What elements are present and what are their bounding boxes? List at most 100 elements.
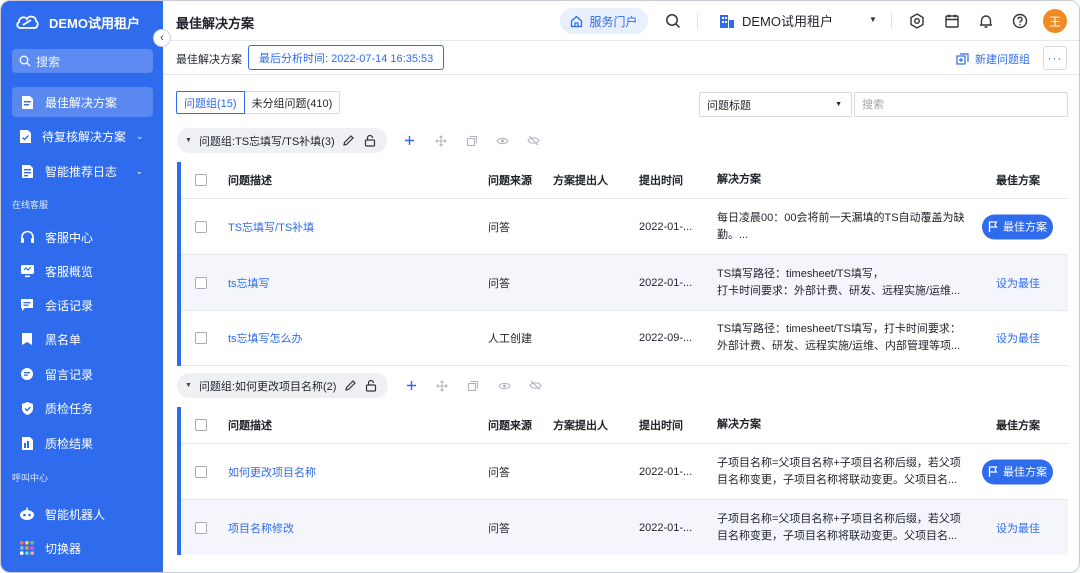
eye-icon[interactable]: [497, 379, 511, 393]
caret-down-icon[interactable]: ▼: [185, 137, 192, 144]
user-avatar[interactable]: 王: [1043, 9, 1067, 33]
sidebar-item-recommend-log[interactable]: 智能推荐日志 ⌄: [12, 156, 153, 186]
group-tabs: 问题组(15) 未分组问题(410): [176, 91, 341, 114]
table-row[interactable]: 如何更改项目名称 问答 2022-01-... 子项目名称=父项目名称+子项目名…: [181, 444, 1068, 500]
solution-text: TS填写路径：timesheet/TS填写， 打卡时间要求：外部计费、研发、远程…: [717, 267, 961, 297]
sidebar-item-conversation-log[interactable]: 会话记录: [12, 290, 153, 320]
log-icon: [19, 163, 35, 179]
caret-down-icon[interactable]: ▼: [869, 15, 877, 24]
set-best-button[interactable]: 设为最佳: [996, 520, 1040, 536]
sidebar-item-label: 质检结果: [45, 436, 94, 451]
tenant-name: DEMO试用租户: [742, 14, 834, 29]
sidebar-item-switcher[interactable]: 切换器: [12, 533, 153, 563]
question-link[interactable]: 如何更改项目名称: [228, 464, 316, 480]
question-source: 问答: [488, 221, 510, 234]
divider: [697, 13, 698, 29]
question-link[interactable]: ts忘填写怎么办: [228, 330, 303, 346]
unlock-icon[interactable]: [364, 379, 378, 393]
grid-icon: [19, 540, 35, 556]
section-label: 最佳解决方案: [176, 54, 242, 66]
analysis-time-badge: 最后分析时间: 2022-07-14 16:35:53: [248, 45, 445, 70]
set-best-button[interactable]: 设为最佳: [996, 275, 1040, 291]
best-solution-badge[interactable]: 最佳方案: [982, 214, 1053, 239]
eye-off-icon[interactable]: [528, 379, 542, 393]
sidebar-item-message-log[interactable]: 留言记录: [12, 359, 153, 389]
row-checkbox[interactable]: [195, 465, 207, 478]
question-link[interactable]: ts忘填写: [228, 275, 270, 291]
add-group-icon: [956, 52, 969, 65]
sidebar-item-label: 智能推荐日志: [45, 164, 118, 179]
file-result-icon: [19, 435, 35, 451]
tab-ungrouped[interactable]: 未分组问题(410): [244, 91, 341, 114]
tab-groups[interactable]: 问题组(15): [176, 91, 245, 114]
row-checkbox[interactable]: [195, 332, 207, 344]
solution-text: 子项目名称=父项目名称+子项目名称后缀，若父项目名称变更，子项目名称将联动变更。…: [717, 512, 961, 542]
group-actions: [403, 134, 541, 148]
sidebar-item-pending-review[interactable]: 待复核解决方案 ⌄: [12, 121, 153, 151]
sidebar-item-blacklist[interactable]: 黑名单: [12, 324, 153, 354]
question-source: 问答: [488, 466, 510, 479]
plus-icon[interactable]: [403, 134, 417, 148]
edit-icon[interactable]: [342, 134, 356, 148]
question-link[interactable]: 项目名称修改: [228, 520, 294, 536]
search-icon: [19, 55, 31, 67]
sidebar-item-service-center[interactable]: 客服中心: [12, 222, 153, 252]
chevron-down-icon: ⌄: [135, 165, 143, 176]
row-checkbox[interactable]: [195, 220, 207, 233]
search-field-select[interactable]: 问题标题 ▼: [699, 92, 852, 117]
plus-icon[interactable]: [404, 379, 418, 393]
group-table: 问题描述 问题来源 方案提出人 提出时间 解决方案 最佳方案 TS忘填写/TS补…: [177, 162, 1068, 366]
column-header-best: 最佳方案: [996, 175, 1040, 187]
sidebar-item-smart-robot[interactable]: 智能机器人: [12, 499, 153, 529]
message-icon: [19, 366, 35, 382]
eye-icon[interactable]: [496, 134, 510, 148]
global-search-button[interactable]: [664, 12, 682, 30]
group-title-pill[interactable]: ▼ 问题组:TS忘填写/TS补填(3): [177, 128, 387, 153]
copy-icon[interactable]: [466, 379, 480, 393]
set-best-button[interactable]: 设为最佳: [996, 330, 1040, 346]
settings-button[interactable]: [908, 12, 926, 30]
tenant-switcher[interactable]: DEMO试用租户: [719, 11, 833, 30]
sidebar-item-qc-task[interactable]: 质检任务: [12, 393, 153, 423]
question-link[interactable]: TS忘填写/TS补填: [228, 219, 314, 235]
row-checkbox[interactable]: [195, 276, 207, 289]
sidebar-item-label: 黑名单: [45, 332, 82, 347]
solution-text: 每日凌晨00：00会将前一天漏填的TS自动覆盖为缺勤。...: [717, 211, 965, 241]
caret-down-icon[interactable]: ▼: [185, 382, 192, 389]
sidebar-collapse-button[interactable]: ‹: [153, 29, 171, 47]
service-portal-button[interactable]: 服务门户: [560, 8, 648, 34]
sidebar-item-service-overview[interactable]: 客服概览: [12, 256, 153, 286]
group-title: 问题组:TS忘填写/TS补填(3): [198, 135, 335, 148]
group-title-pill[interactable]: ▼ 问题组:如何更改项目名称(2): [177, 373, 389, 398]
calendar-button[interactable]: [943, 12, 961, 30]
notifications-button[interactable]: [977, 12, 995, 30]
select-all-checkbox[interactable]: [195, 419, 207, 431]
table-row[interactable]: ts忘填写 问答 2022-01-... TS填写路径：timesheet/TS…: [181, 255, 1068, 311]
row-checkbox[interactable]: [195, 521, 207, 534]
move-icon[interactable]: [435, 379, 449, 393]
robot-icon: [19, 506, 35, 522]
select-all-checkbox[interactable]: [195, 174, 207, 186]
edit-icon[interactable]: [343, 379, 357, 393]
sidebar-item-best-solution[interactable]: 最佳解决方案: [12, 87, 153, 117]
copy-icon[interactable]: [465, 134, 479, 148]
best-solution-badge[interactable]: 最佳方案: [982, 459, 1053, 484]
sidebar-item-qc-result[interactable]: 质检结果: [12, 428, 153, 458]
column-header-desc: 问题描述: [228, 420, 272, 432]
table-row[interactable]: ts忘填写怎么办 人工创建 2022-09-... TS填写路径：timeshe…: [181, 311, 1068, 366]
new-group-button[interactable]: 新建问题组: [956, 51, 1030, 67]
more-icon: ···: [1047, 51, 1063, 65]
shield-icon: [19, 400, 35, 416]
sidebar-search[interactable]: 搜索: [12, 49, 153, 73]
help-button[interactable]: [1011, 12, 1029, 30]
table-header-row: 问题描述 问题来源 方案提出人 提出时间 解决方案 最佳方案: [181, 162, 1068, 199]
eye-off-icon[interactable]: [527, 134, 541, 148]
caret-down-icon: ▼: [835, 101, 842, 108]
move-icon[interactable]: [434, 134, 448, 148]
table-row[interactable]: TS忘填写/TS补填 问答 2022-01-... 每日凌晨00：00会将前一天…: [181, 199, 1068, 255]
search-input[interactable]: [854, 92, 1068, 117]
table-row[interactable]: 项目名称修改 问答 2022-01-... 子项目名称=父项目名称+子项目名称后…: [181, 500, 1068, 555]
divider: [891, 13, 892, 29]
more-options-button[interactable]: ···: [1043, 46, 1067, 70]
unlock-icon[interactable]: [363, 134, 377, 148]
